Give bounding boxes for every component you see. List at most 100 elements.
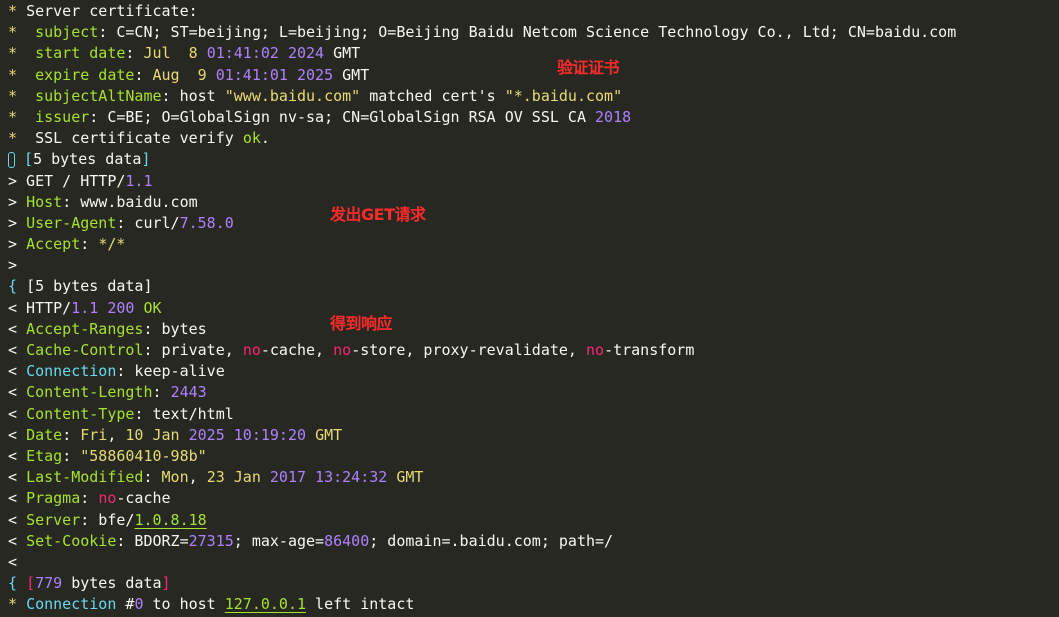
line-segment: <	[8, 341, 27, 359]
line-segment: Host	[26, 192, 63, 211]
line-segment: Jul 8	[143, 44, 207, 63]
line-segment: -cache,	[260, 341, 334, 359]
terminal-line: <	[8, 552, 1059, 573]
line-segment: : host	[161, 86, 225, 105]
line-segment: Etag	[26, 446, 63, 465]
line-segment: SSL certificate verify	[35, 129, 243, 148]
line-segment: : C=CN; ST=beijing; L=beijing; O=Beijing…	[98, 23, 957, 42]
line-segment: Set-Cookie	[26, 531, 117, 550]
line-segment: -transform	[604, 341, 695, 359]
terminal-line: > Host: www.baidu.com	[8, 192, 1059, 213]
terminal-line: * start date: Jul 8 01:41:02 2024 GMT	[8, 43, 1059, 64]
line-segment	[387, 468, 396, 486]
line-segment: 779	[35, 574, 63, 593]
terminal-line: < HTTP/1.1 200 OK	[8, 298, 1059, 319]
line-segment: "58860410-98b"	[80, 446, 207, 465]
line-segment: Connection	[26, 595, 117, 614]
line-segment: Accept-Ranges	[26, 319, 144, 338]
line-segment: 1.1 200	[71, 298, 135, 317]
line-segment: *	[8, 595, 27, 614]
line-segment: 23 Jan	[206, 468, 270, 487]
line-segment: <	[8, 531, 27, 550]
line-segment: expire date	[35, 65, 135, 84]
line-segment: <	[8, 319, 27, 338]
line-segment: GMT	[324, 44, 361, 63]
line-segment: :	[80, 489, 99, 508]
line-segment: *	[8, 129, 36, 148]
line-segment: ; max-age=	[233, 531, 325, 550]
line-segment: :	[80, 235, 99, 254]
terminal-line: < Date: Fri, 10 Jan 2025 10:19:20 GMT	[8, 425, 1059, 446]
line-segment: no	[242, 341, 261, 359]
line-segment: subjectAltName	[35, 86, 162, 105]
terminal-line: * subject: C=CN; ST=beijing; L=beijing; …	[8, 22, 1059, 43]
line-segment: 01:41:02 2024	[206, 44, 325, 63]
line-segment: <	[8, 446, 27, 465]
annotation-verify-certificate: 验证证书	[557, 58, 620, 77]
line-segment: ]	[161, 574, 171, 593]
line-segment: -cache	[116, 489, 171, 508]
line-segment: Server certificate:	[26, 2, 198, 20]
line-segment: <	[8, 468, 27, 487]
line-segment: :	[125, 44, 144, 63]
line-segment: 1.1	[125, 171, 153, 190]
line-segment: Last-Modified	[26, 468, 144, 487]
line-segment: <	[8, 425, 27, 444]
line-segment: Pragma	[26, 489, 81, 508]
terminal-line: > Accept: */*	[8, 234, 1059, 255]
line-segment: subject	[35, 23, 99, 42]
terminal-line: * subjectAltName: host "www.baidu.com" m…	[8, 86, 1059, 107]
line-segment: *	[8, 44, 36, 63]
line-segment: [	[26, 574, 36, 593]
line-segment: <	[8, 552, 18, 571]
line-segment: : text/html	[134, 404, 234, 423]
terminal-line: > User-Agent: curl/7.58.0	[8, 213, 1059, 234]
line-segment: bytes data	[62, 574, 162, 593]
line-segment: :	[62, 446, 81, 465]
line-segment: GMT	[396, 468, 424, 487]
line-segment: : bfe/	[80, 510, 135, 529]
cursor-marker-icon	[8, 151, 15, 168]
line-segment: "*.baidu.com"	[504, 86, 623, 105]
line-segment: {	[8, 574, 27, 593]
terminal-line: < Etag: "58860410-98b"	[8, 446, 1059, 467]
line-segment: Content-Length	[26, 383, 153, 402]
line-segment: [	[15, 150, 34, 169]
line-segment	[306, 426, 315, 444]
line-segment: ,	[188, 468, 207, 487]
line-segment: GMT	[333, 65, 370, 84]
line-segment: #	[116, 595, 135, 614]
terminal-line: < Accept-Ranges: bytes	[8, 319, 1059, 340]
line-segment: <	[8, 510, 27, 529]
line-segment: *	[8, 65, 36, 84]
terminal-line: * Connection #0 to host 127.0.0.1 left i…	[8, 594, 1059, 615]
terminal-line: < Server: bfe/1.0.8.18	[8, 510, 1059, 531]
line-segment: 127.0.0.1	[224, 595, 307, 614]
line-segment: :	[62, 425, 81, 444]
line-segment: left intact	[306, 595, 415, 614]
line-segment: [5 bytes data]	[26, 277, 153, 296]
line-segment: > GET / HTTP/	[8, 171, 126, 190]
line-segment: Connection	[26, 362, 117, 381]
line-segment: : private,	[143, 341, 243, 359]
terminal-line: [5 bytes data]	[8, 149, 1059, 170]
terminal-line: < Connection: keep-alive	[8, 361, 1059, 382]
line-segment: */*	[98, 235, 126, 254]
line-segment: ]	[141, 150, 151, 169]
line-segment: User-Agent	[26, 213, 117, 232]
line-segment: to host	[143, 595, 225, 614]
line-segment: >	[8, 213, 27, 232]
line-segment: -store, proxy-revalidate,	[351, 341, 586, 359]
line-segment: < HTTP/	[8, 298, 72, 317]
line-segment: <	[8, 404, 27, 423]
line-segment: {	[8, 277, 27, 296]
annotation-send-get-request: 发出GET请求	[330, 205, 426, 224]
line-segment: Fri	[80, 425, 108, 444]
line-segment: no	[586, 341, 605, 359]
terminal-output[interactable]: * Server certificate: * subject: C=CN; ST…	[0, 0, 1059, 617]
line-segment: no	[333, 341, 352, 359]
line-segment: : BDORZ=	[116, 531, 189, 550]
terminal-line: < Pragma: no-cache	[8, 488, 1059, 509]
terminal-line: >	[8, 255, 1059, 276]
line-segment: ,	[107, 425, 126, 444]
